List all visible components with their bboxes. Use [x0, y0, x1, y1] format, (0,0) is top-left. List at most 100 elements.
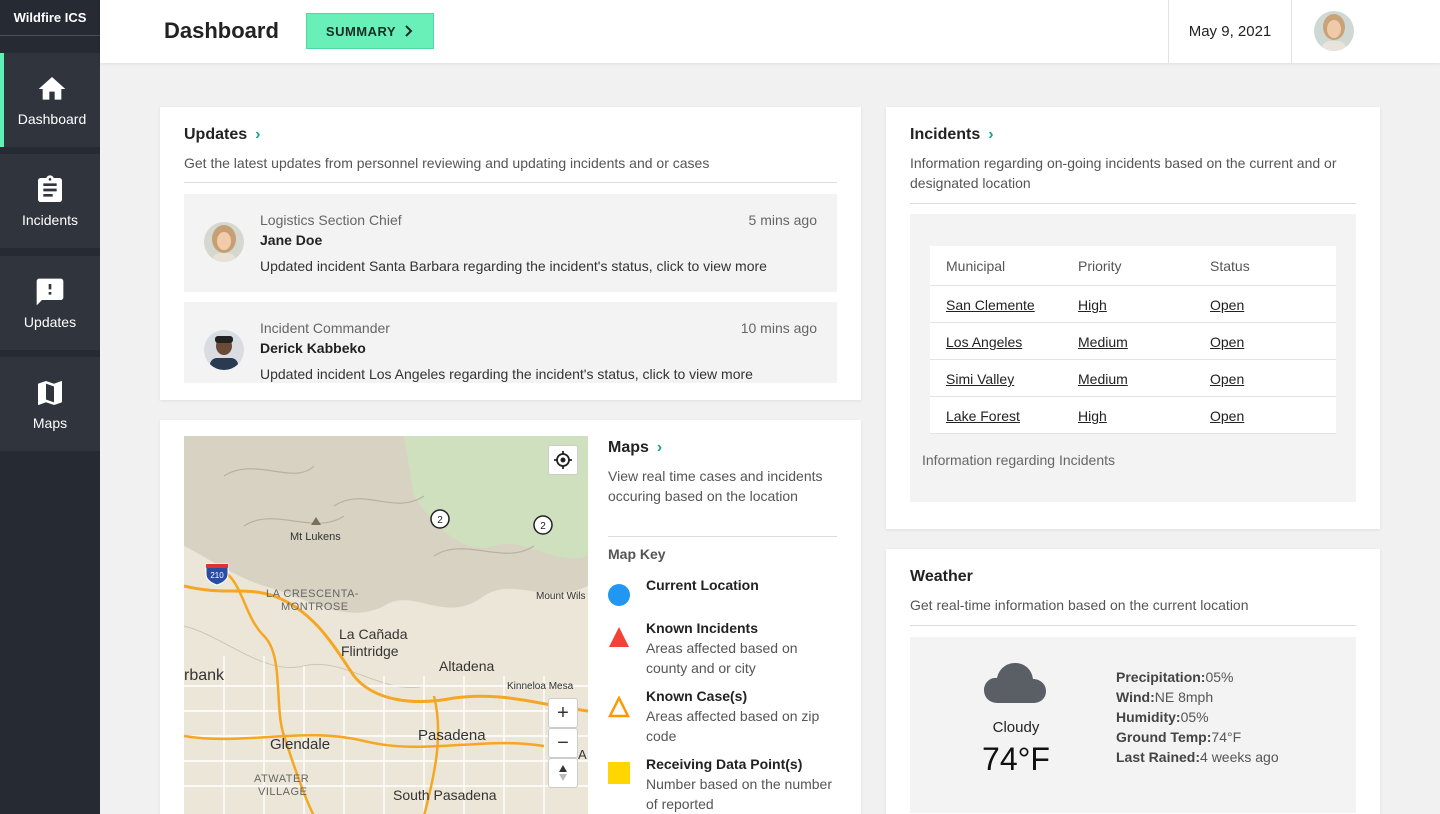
- sidebar-item-dashboard[interactable]: Dashboard: [0, 53, 100, 147]
- map-label: Pasadena: [418, 727, 486, 744]
- weather-detail-label: Wind:: [1116, 689, 1155, 705]
- status-link[interactable]: Open: [1210, 371, 1244, 387]
- plus-icon: +: [557, 701, 569, 724]
- incidents-title: Incidents: [910, 126, 981, 143]
- map-label: 210: [210, 571, 224, 580]
- sidebar-item-label: Incidents: [21, 212, 79, 228]
- weather-subtitle: Get real-time information based on the c…: [910, 597, 1249, 613]
- map-label: VILLAGE: [258, 786, 307, 798]
- current-location-marker-icon: [608, 584, 630, 606]
- updates-title-link[interactable]: Updates ›: [184, 126, 260, 144]
- avatar: [204, 330, 244, 370]
- sidebar-item-updates[interactable]: Updates: [0, 256, 100, 350]
- weather-panel: Cloudy 74°F Precipitation:05% Wind:NE 8m…: [910, 637, 1356, 813]
- minus-icon: −: [557, 731, 569, 754]
- cluster-count: 2: [540, 521, 546, 532]
- update-message: Updated incident Los Angeles regarding t…: [260, 366, 753, 382]
- weather-detail-label: Precipitation:: [1116, 669, 1206, 685]
- weather-detail: Precipitation:05%: [1116, 669, 1234, 685]
- maps-title-link[interactable]: Maps ›: [608, 439, 662, 457]
- weather-detail-value: 05%: [1205, 669, 1234, 685]
- zoom-in-button[interactable]: +: [548, 698, 578, 728]
- map-label: LA CRESCENTA-: [266, 588, 359, 600]
- chevron-right-icon: [405, 25, 413, 37]
- weather-detail-value: NE 8mph: [1154, 689, 1214, 705]
- maps-title: Maps: [608, 439, 649, 456]
- update-name: Jane Doe: [260, 232, 323, 248]
- table-row: Simi Valley Medium Open: [930, 360, 1336, 397]
- locate-me-button[interactable]: [548, 445, 578, 475]
- map-label: Glendale: [270, 736, 330, 753]
- weather-detail-value: 4 weeks ago: [1200, 749, 1279, 765]
- update-time: 10 mins ago: [740, 320, 817, 336]
- weather-title: Weather: [910, 568, 973, 586]
- user-avatar[interactable]: [1314, 11, 1354, 51]
- incidents-title-link[interactable]: Incidents ›: [910, 126, 994, 144]
- update-item[interactable]: Incident Commander 10 mins ago Derick Ka…: [184, 302, 837, 383]
- sidebar-item-maps[interactable]: Maps: [0, 357, 100, 451]
- incidents-card: Incidents › Information regarding on-goi…: [886, 107, 1380, 529]
- update-name: Derick Kabbeko: [260, 340, 366, 356]
- updates-card: Updates › Get the latest updates from pe…: [160, 107, 861, 400]
- update-item[interactable]: Logistics Section Chief 5 mins ago Jane …: [184, 194, 837, 292]
- table-row: Los Angeles Medium Open: [930, 323, 1336, 360]
- date-label: May 9, 2021: [1188, 23, 1272, 40]
- home-icon: [38, 77, 66, 100]
- zoom-out-button[interactable]: −: [548, 728, 578, 758]
- compass-button[interactable]: [548, 758, 578, 788]
- incidents-note: Information regarding Incidents: [922, 452, 1115, 468]
- column-header: Priority: [1078, 258, 1122, 274]
- municipal-link[interactable]: Los Angeles: [946, 334, 1022, 350]
- compass-icon: [559, 765, 567, 781]
- page-title: Dashboard: [164, 18, 279, 43]
- divider: [910, 203, 1356, 204]
- weather-detail: Last Rained:4 weeks ago: [1116, 749, 1279, 765]
- priority-link[interactable]: Medium: [1078, 371, 1128, 387]
- map-label: South Pasadena: [393, 787, 497, 803]
- maps-card: 210 2 2 Mt Lukens LA CRESCENTA- MONTROSE…: [160, 420, 861, 814]
- avatar: [204, 222, 244, 262]
- map-key-description: Areas affected based on county and or ci…: [646, 640, 798, 676]
- map-label: rbank: [184, 667, 225, 684]
- map-key-label: Known Incidents: [646, 620, 758, 636]
- weather-detail-value: 05%: [1180, 709, 1209, 725]
- divider: [608, 536, 837, 537]
- incidents-table: Municipal Priority Status San Clemente H…: [930, 246, 1336, 434]
- priority-link[interactable]: Medium: [1078, 334, 1128, 350]
- municipal-link[interactable]: Simi Valley: [946, 371, 1014, 387]
- status-link[interactable]: Open: [1210, 408, 1244, 424]
- weather-card: Weather Get real-time information based …: [886, 549, 1380, 814]
- updates-subtitle: Get the latest updates from personnel re…: [184, 155, 710, 171]
- priority-link[interactable]: High: [1078, 408, 1107, 424]
- known-cases-triangle-icon: [608, 696, 630, 718]
- column-header: Municipal: [946, 258, 1006, 274]
- clipboard-icon: [38, 175, 62, 202]
- weather-title-text: Weather: [910, 568, 973, 585]
- cluster-marker[interactable]: 2: [430, 509, 450, 529]
- update-role: Incident Commander: [260, 320, 390, 336]
- cluster-count: 2: [437, 515, 443, 526]
- status-link[interactable]: Open: [1210, 334, 1244, 350]
- update-message: Updated incident Santa Barbara regarding…: [260, 258, 767, 274]
- map-graphic: 210 2 2 Mt Lukens LA CRESCENTA- MONTROSE…: [184, 436, 588, 814]
- status-link[interactable]: Open: [1210, 297, 1244, 313]
- update-time: 5 mins ago: [748, 212, 817, 228]
- map-key-label: Known Case(s): [646, 688, 748, 704]
- weather-temperature: 74°F: [982, 741, 1050, 777]
- map-view[interactable]: 210 2 2 Mt Lukens LA CRESCENTA- MONTROSE…: [184, 436, 588, 814]
- priority-link[interactable]: High: [1078, 297, 1107, 313]
- cloud-icon: [984, 663, 1046, 703]
- weather-detail-label: Humidity:: [1116, 709, 1181, 725]
- table-row: Lake Forest High Open: [930, 397, 1336, 434]
- municipal-link[interactable]: Lake Forest: [946, 408, 1020, 424]
- incidents-subtitle: Information regarding on-going incidents…: [910, 155, 1337, 191]
- summary-button[interactable]: SUMMARY: [306, 13, 434, 49]
- table-header: Municipal Priority Status: [930, 246, 1336, 286]
- weather-detail-label: Ground Temp:: [1116, 729, 1212, 745]
- cluster-marker[interactable]: 2: [533, 515, 553, 535]
- map-label: A: [578, 747, 587, 762]
- municipal-link[interactable]: San Clemente: [946, 297, 1035, 313]
- summary-label: SUMMARY: [325, 23, 397, 39]
- crosshair-icon: [554, 451, 572, 469]
- sidebar-item-incidents[interactable]: Incidents: [0, 154, 100, 248]
